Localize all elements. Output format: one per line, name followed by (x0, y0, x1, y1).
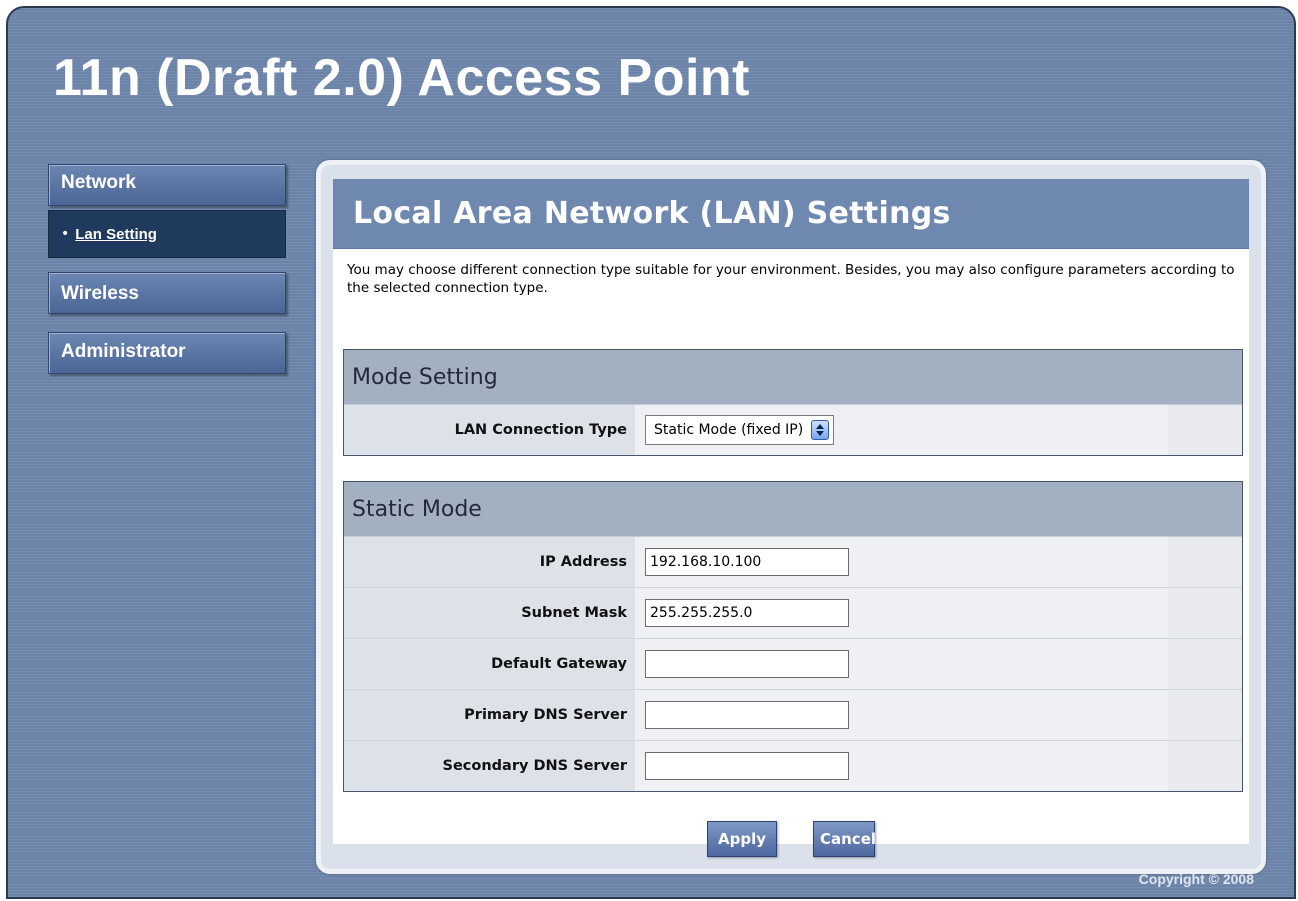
mode-setting-section: Mode Setting LAN Connection Type Static … (343, 349, 1243, 456)
default-gateway-input[interactable] (645, 650, 849, 678)
page-title: Local Area Network (LAN) Settings (353, 196, 951, 231)
subnet-mask-input[interactable] (645, 599, 849, 627)
mode-setting-heading: Mode Setting (344, 350, 1242, 405)
default-gateway-row: Default Gateway (344, 639, 1242, 690)
static-mode-heading: Static Mode (344, 482, 1242, 537)
lan-connection-type-select[interactable]: Static Mode (fixed IP) (645, 415, 835, 445)
apply-button[interactable]: Apply (707, 821, 777, 857)
bullet-icon: • (61, 226, 70, 242)
lan-connection-type-value: Static Mode (fixed IP) (654, 422, 804, 438)
ip-address-input[interactable] (645, 548, 849, 576)
app-title: 11n (Draft 2.0) Access Point (53, 49, 750, 107)
select-arrows-icon (811, 420, 830, 440)
action-buttons: Apply Cancel (333, 821, 1249, 857)
copyright-text: Copyright © 2008 (1138, 871, 1254, 887)
app-frame: 11n (Draft 2.0) Access Point Network • L… (6, 6, 1296, 899)
intro-text: You may choose different connection type… (347, 262, 1235, 296)
sidebar-item-wireless[interactable]: Wireless (48, 272, 286, 314)
sidebar-item-administrator[interactable]: Administrator (48, 332, 286, 374)
sidebar-subitem-lan-setting: • Lan Setting (48, 210, 286, 258)
primary-dns-label: Primary DNS Server (344, 690, 635, 740)
page-header: Local Area Network (LAN) Settings (333, 179, 1249, 249)
subnet-mask-row: Subnet Mask (344, 588, 1242, 639)
subnet-mask-label: Subnet Mask (344, 588, 635, 638)
lan-connection-type-label: LAN Connection Type (344, 405, 635, 455)
default-gateway-label: Default Gateway (344, 639, 635, 689)
lan-connection-type-row: LAN Connection Type Static Mode (fixed I… (344, 405, 1242, 455)
ip-address-label: IP Address (344, 537, 635, 587)
content-area: Local Area Network (LAN) Settings You ma… (333, 179, 1249, 857)
primary-dns-input[interactable] (645, 701, 849, 729)
lan-setting-link[interactable]: Lan Setting (75, 226, 157, 243)
secondary-dns-row: Secondary DNS Server (344, 741, 1242, 791)
cancel-button[interactable]: Cancel (813, 821, 876, 857)
primary-dns-row: Primary DNS Server (344, 690, 1242, 741)
ip-address-row: IP Address (344, 537, 1242, 588)
static-mode-section: Static Mode IP Address Subnet Mask (343, 481, 1243, 792)
secondary-dns-label: Secondary DNS Server (344, 741, 635, 791)
sidebar-item-network[interactable]: Network (48, 164, 286, 206)
secondary-dns-input[interactable] (645, 752, 849, 780)
content-panel: Local Area Network (LAN) Settings You ma… (316, 160, 1266, 874)
